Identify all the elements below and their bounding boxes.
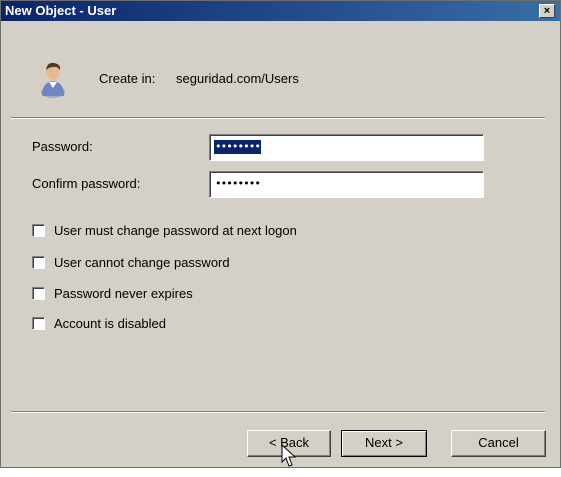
mouse-cursor-icon [281,444,297,467]
must-change-password-checkbox[interactable] [32,224,45,237]
user-icon [41,62,65,98]
cancel-button[interactable]: Cancel [451,430,546,457]
cannot-change-password-label: User cannot change password [54,255,230,270]
next-button[interactable]: Next > [341,430,427,457]
password-label: Password: [32,139,93,154]
close-button[interactable]: × [539,4,555,18]
password-never-expires-label: Password never expires [54,286,193,301]
account-disabled-label: Account is disabled [54,316,167,331]
confirm-password-value: •••••••• [215,177,261,190]
top-separator [11,117,545,119]
window-title: New Object - User [5,3,117,18]
must-change-password-label: User must change password at next logon [54,223,297,238]
new-object-user-dialog: New Object - User × Create in: seguridad… [0,0,561,468]
password-value: •••••••• [214,140,261,154]
confirm-password-field[interactable]: •••••••• [209,171,484,198]
cannot-change-password-checkbox[interactable] [32,256,45,269]
password-field[interactable]: •••••••• [209,134,484,161]
create-in-label: Create in: [99,71,156,86]
create-in-path: seguridad.com/Users [176,71,299,86]
account-disabled-checkbox[interactable] [32,317,45,330]
close-icon: × [543,5,551,17]
bottom-separator [11,411,545,413]
confirm-password-label: Confirm password: [32,176,141,191]
password-never-expires-checkbox[interactable] [32,287,45,300]
title-bar[interactable]: New Object - User × [1,1,560,21]
